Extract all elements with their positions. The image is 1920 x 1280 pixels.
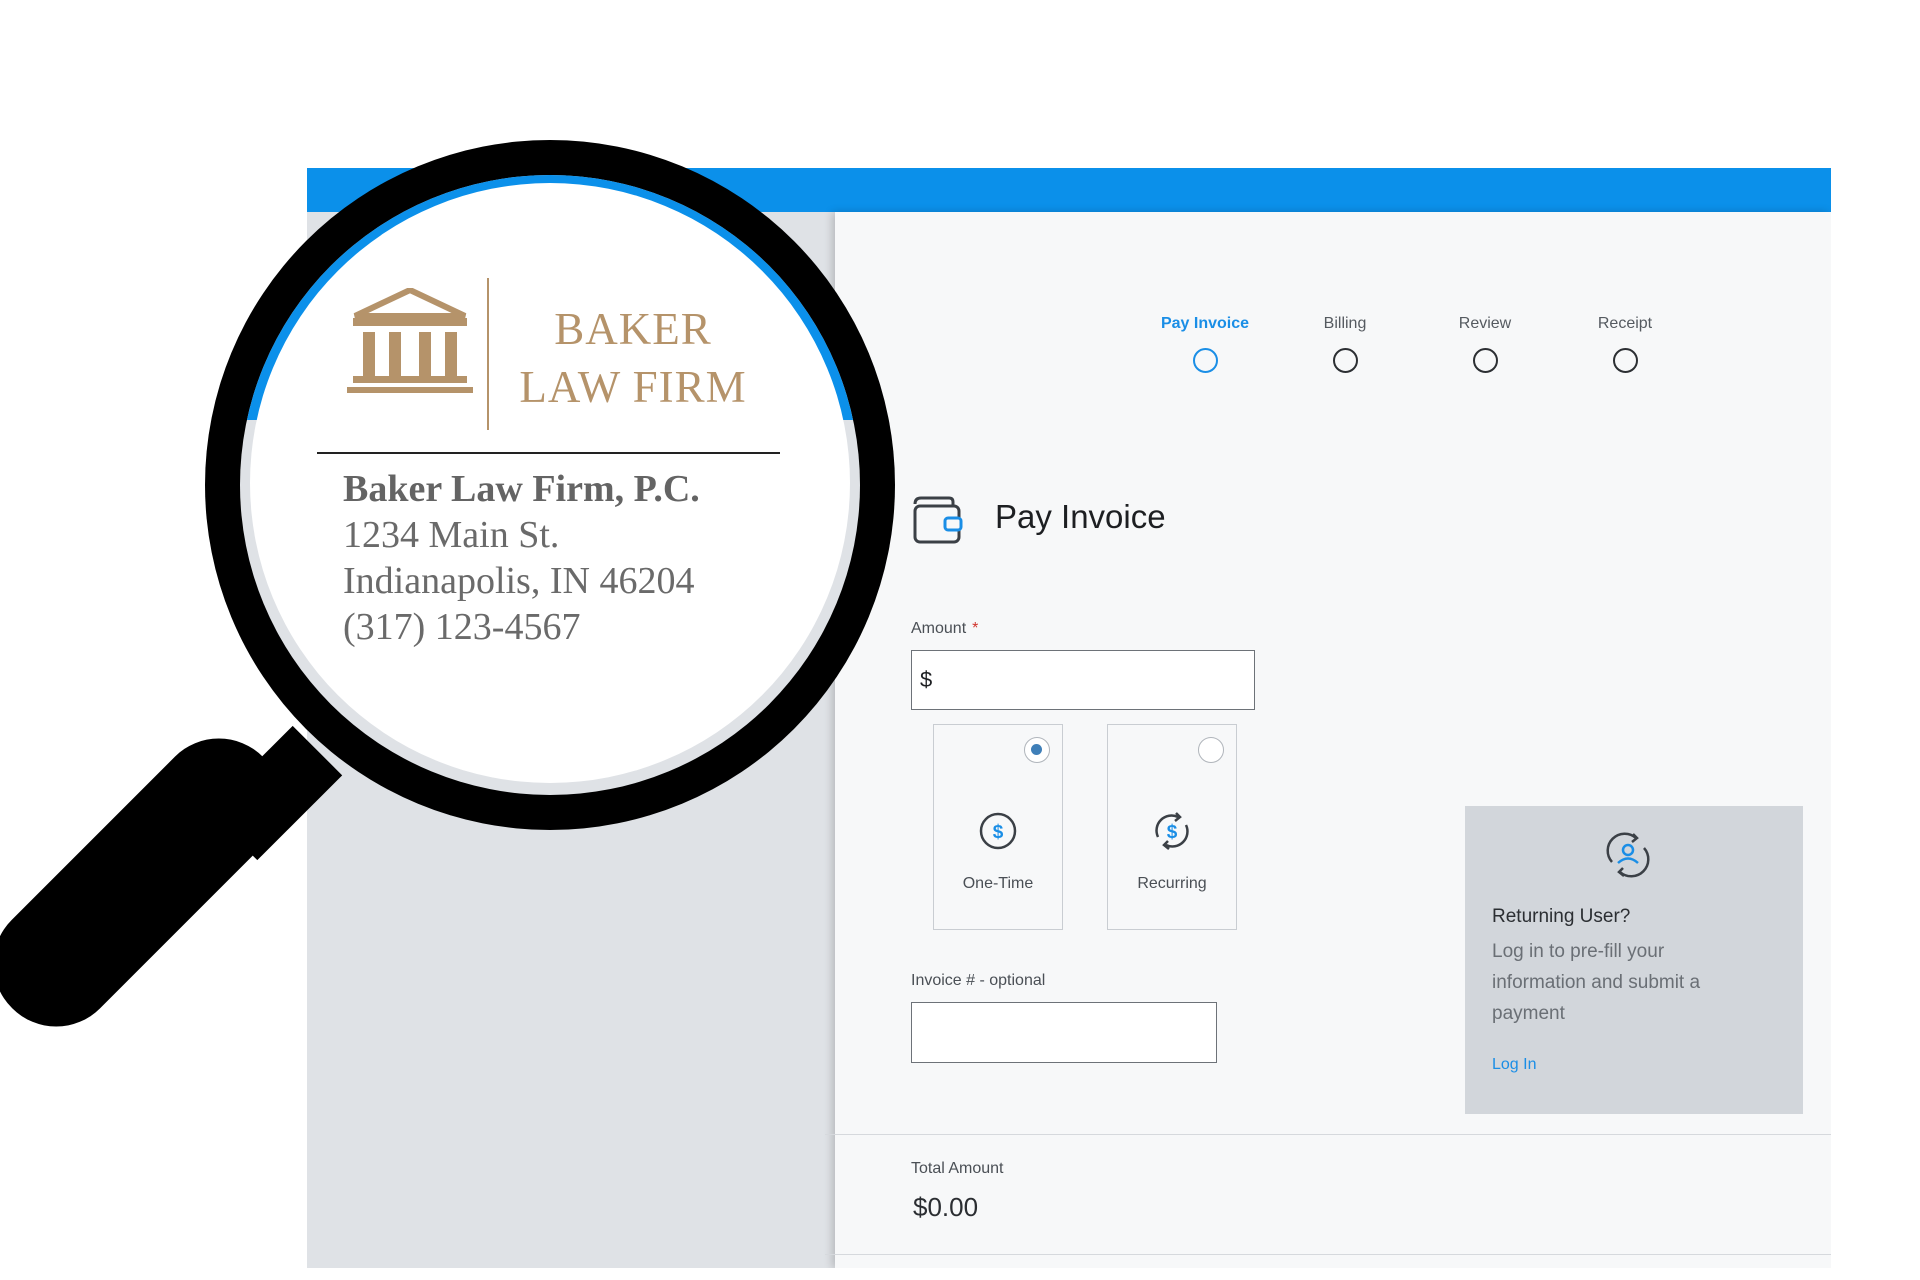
one-time-radio[interactable] bbox=[1024, 737, 1050, 763]
dollar-circle-icon: $ bbox=[934, 811, 1062, 856]
amount-label-text: Amount bbox=[911, 620, 967, 637]
wallet-icon bbox=[911, 494, 965, 551]
firm-city: Indianapolis, IN 46204 bbox=[343, 560, 695, 602]
step-label: Receipt bbox=[1597, 315, 1653, 332]
total-amount-label: Total Amount bbox=[911, 1160, 1004, 1177]
page-title: Pay Invoice bbox=[995, 498, 1166, 535]
payment-type-label: One-Time bbox=[962, 875, 1034, 892]
step-indicator bbox=[1612, 348, 1638, 373]
firm-phone: (317) 123-4567 bbox=[343, 606, 581, 648]
logo-line-2: LAW FIRM bbox=[519, 362, 747, 412]
divider bbox=[825, 1254, 1831, 1255]
logo-separator bbox=[487, 278, 489, 430]
step-indicator bbox=[1332, 348, 1358, 373]
logo-line-1: BAKER bbox=[554, 304, 712, 354]
svg-text:$: $ bbox=[993, 822, 1004, 843]
recurring-radio[interactable] bbox=[1198, 737, 1224, 763]
returning-user-icon bbox=[1604, 832, 1652, 883]
step-indicator bbox=[1192, 348, 1218, 373]
svg-text:$: $ bbox=[1167, 822, 1178, 843]
payment-type-one-time[interactable]: $ One-Time bbox=[933, 724, 1063, 930]
firm-address: Baker Law Firm, P.C. 1234 Main St. India… bbox=[343, 466, 700, 650]
step-billing[interactable]: Billing bbox=[1275, 314, 1415, 373]
step-review[interactable]: Review bbox=[1415, 314, 1555, 373]
firm-logo-text: BAKER LAW FIRM bbox=[508, 300, 758, 416]
step-label: Billing bbox=[1323, 315, 1367, 332]
required-mark: * bbox=[972, 620, 979, 637]
amount-input[interactable]: $ bbox=[911, 650, 1255, 710]
step-label: Review bbox=[1458, 315, 1512, 332]
currency-prefix: $ bbox=[920, 667, 933, 692]
total-amount-value: $0.00 bbox=[913, 1192, 979, 1222]
payment-panel: Pay Invoice Billing Review Receipt Pay I… bbox=[825, 212, 1831, 1268]
step-indicator bbox=[1472, 348, 1498, 373]
step-receipt[interactable]: Receipt bbox=[1555, 314, 1695, 373]
returning-user-title: Returning User? bbox=[1492, 906, 1631, 927]
divider bbox=[825, 1134, 1831, 1135]
courthouse-icon bbox=[345, 286, 475, 405]
invoice-number-input[interactable] bbox=[911, 1002, 1217, 1063]
payment-type-recurring[interactable]: $ Recurring bbox=[1107, 724, 1237, 930]
payment-type-label: Recurring bbox=[1137, 875, 1207, 892]
step-label: Pay Invoice bbox=[1160, 315, 1250, 332]
amount-label: Amount * bbox=[911, 620, 978, 638]
firm-name: Baker Law Firm, P.C. bbox=[343, 468, 700, 510]
returning-user-card: Returning User? Log in to pre-fill your … bbox=[1465, 806, 1803, 1114]
login-link[interactable]: Log In bbox=[1492, 1056, 1536, 1074]
recurring-dollar-icon: $ bbox=[1108, 811, 1236, 856]
step-pay-invoice[interactable]: Pay Invoice bbox=[1135, 314, 1275, 373]
returning-user-description: Log in to pre-fill your information and … bbox=[1492, 941, 1701, 1024]
invoice-number-label: Invoice # - optional bbox=[911, 972, 1046, 989]
firm-street: 1234 Main St. bbox=[343, 514, 560, 556]
address-rule bbox=[317, 452, 780, 454]
